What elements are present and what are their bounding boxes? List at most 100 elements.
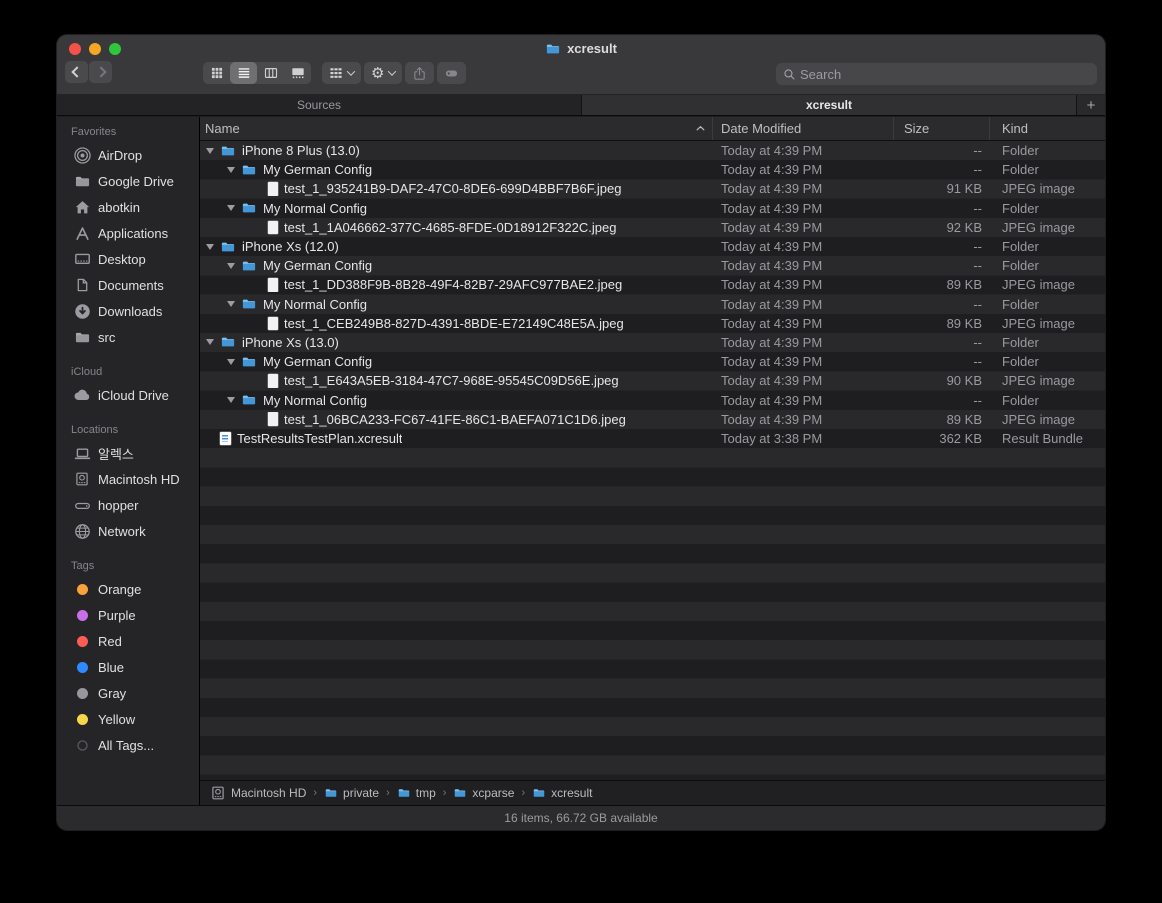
internal-drive-icon	[210, 785, 226, 801]
file-name: TestResultsTestPlan.xcresult	[237, 430, 403, 446]
folder-icon	[241, 297, 257, 311]
table-row[interactable]: iPhone Xs (13.0) Today at 4:39 PM -- Folder	[200, 333, 1105, 352]
table-row[interactable]: test_1_DD388F9B-8B28-49F4-82B7-29AFC977B…	[200, 275, 1105, 294]
path-item-macintosh-hd[interactable]: Macintosh HD	[210, 785, 306, 801]
search-input[interactable]	[800, 66, 1090, 82]
path-item-xcparse[interactable]: xcparse	[453, 786, 514, 800]
column-header-name[interactable]: Name	[200, 117, 713, 140]
table-row[interactable]: test_1_E643A5EB-3184-47C7-968E-95545C09D…	[200, 371, 1105, 390]
folder-icon	[453, 787, 467, 799]
column-header-date-modified[interactable]: Date Modified	[713, 117, 894, 140]
disclosure-triangle-icon[interactable]	[225, 166, 241, 173]
forward-button[interactable]	[89, 61, 112, 83]
sidebar-item-airdrop[interactable]: AirDrop	[57, 142, 199, 168]
cell-name: iPhone 8 Plus (13.0)	[200, 143, 713, 158]
column-header-size[interactable]: Size	[894, 117, 990, 140]
table-row[interactable]: TestResultsTestPlan.xcresult Today at 3:3…	[200, 429, 1105, 448]
disclosure-triangle-icon[interactable]	[225, 301, 241, 308]
share-button[interactable]	[405, 62, 435, 84]
sidebar-item-src[interactable]: src	[57, 324, 199, 350]
sidebar-item-applications[interactable]: Applications	[57, 220, 199, 246]
jpeg-file-icon	[268, 278, 278, 292]
jpeg-file-icon	[268, 374, 278, 388]
disclosure-triangle-icon[interactable]	[204, 243, 220, 250]
table-row[interactable]: My German Config Today at 4:39 PM -- Folder	[200, 256, 1105, 275]
sidebar-item-label: hopper	[98, 497, 139, 513]
disclosure-triangle-icon[interactable]	[225, 397, 241, 404]
sidebar-item-label: Blue	[98, 659, 125, 675]
table-row[interactable]: test_1_1A046662-377C-4685-8FDE-0D18912F3…	[200, 218, 1105, 237]
file-name: My Normal Config	[263, 392, 368, 408]
sidebar-item-yellow[interactable]: Yellow	[57, 706, 199, 732]
sidebar-item-documents[interactable]: Documents	[57, 272, 199, 298]
sidebar-item-알렉스[interactable]: 알렉스	[57, 440, 199, 466]
sidebar-item-desktop[interactable]: Desktop	[57, 246, 199, 272]
sidebar-item-macintosh-hd[interactable]: Macintosh HD	[57, 466, 199, 492]
sidebar-item-red[interactable]: Red	[57, 628, 199, 654]
new-tab-button[interactable]: +	[1077, 95, 1105, 115]
cell-date-modified: Today at 4:39 PM	[721, 162, 823, 178]
cell-date-modified: Today at 3:38 PM	[721, 430, 823, 446]
path-item-xcresult[interactable]: xcresult	[532, 786, 592, 800]
table-row[interactable]: My German Config Today at 4:39 PM -- Folder	[200, 160, 1105, 179]
tag-dot	[73, 710, 91, 728]
folder-icon	[241, 393, 257, 407]
tab-xcresult[interactable]: xcresult	[582, 95, 1077, 115]
sidebar-item-icloud-drive[interactable]: iCloud Drive	[57, 382, 199, 408]
disclosure-triangle-icon[interactable]	[204, 339, 220, 346]
sidebar-item-label: AirDrop	[98, 147, 143, 163]
airdrop-icon	[73, 146, 91, 164]
list-view-button[interactable]	[230, 62, 257, 84]
back-button[interactable]	[65, 61, 88, 83]
search-field[interactable]	[776, 63, 1097, 85]
cell-size: 89 KB	[946, 277, 982, 293]
tab-sources[interactable]: Sources	[57, 95, 582, 115]
path-bar: Macintosh HD › private › tmp › xcparse › xcr…	[200, 780, 1105, 805]
sidebar-item-purple[interactable]: Purple	[57, 602, 199, 628]
path-item-tmp[interactable]: tmp	[397, 786, 436, 800]
cell-name: My Normal Config	[200, 297, 713, 312]
cell-date-modified: Today at 4:39 PM	[721, 315, 823, 331]
file-list-pane: Name Date Modified Size Kind iPhone 8 Pl…	[200, 117, 1105, 805]
table-row[interactable]: My German Config Today at 4:39 PM -- Folder	[200, 352, 1105, 371]
disclosure-triangle-icon[interactable]	[225, 205, 241, 212]
table-row[interactable]: test_1_CEB249B8-827D-4391-8BDE-E72149C48…	[200, 314, 1105, 333]
table-row[interactable]: test_1_06BCA233-FC67-41FE-86C1-BAEFA071C…	[200, 410, 1105, 429]
gallery-view-button[interactable]	[284, 62, 311, 84]
table-row[interactable]: iPhone Xs (12.0) Today at 4:39 PM -- Folder	[200, 237, 1105, 256]
file-name: iPhone 8 Plus (13.0)	[242, 143, 360, 159]
cell-date-modified: Today at 4:39 PM	[721, 334, 823, 350]
table-row[interactable]: iPhone 8 Plus (13.0) Today at 4:39 PM -- Fo…	[200, 141, 1105, 160]
disclosure-triangle-icon[interactable]	[204, 147, 220, 154]
sidebar-item-google-drive[interactable]: Google Drive	[57, 168, 199, 194]
sidebar-item-orange[interactable]: Orange	[57, 576, 199, 602]
sidebar-section-locations: Locations	[71, 424, 119, 436]
gear-icon: ⚙	[371, 63, 385, 82]
sidebar-item-hopper[interactable]: hopper	[57, 492, 199, 518]
internal-drive-icon	[73, 470, 91, 488]
sidebar-item-label: Orange	[98, 581, 142, 597]
disclosure-triangle-icon[interactable]	[225, 358, 241, 365]
sidebar-item-network[interactable]: Network	[57, 518, 199, 544]
table-row[interactable]: My Normal Config Today at 4:39 PM -- Folder	[200, 199, 1105, 218]
column-header-kind[interactable]: Kind	[990, 117, 1105, 140]
table-row[interactable]: test_1_935241B9-DAF2-47C0-8DE6-699D4BBF7…	[200, 179, 1105, 198]
sidebar-item-gray[interactable]: Gray	[57, 680, 199, 706]
column-view-button[interactable]	[257, 62, 284, 84]
cell-name: My German Config	[200, 258, 713, 273]
sidebar-item-all-tags[interactable]: All Tags...	[57, 732, 199, 758]
sidebar-item-blue[interactable]: Blue	[57, 654, 199, 680]
table-row[interactable]: My Normal Config Today at 4:39 PM -- Folder	[200, 390, 1105, 409]
sidebar-item-label: Google Drive	[98, 173, 174, 189]
grid-view-button[interactable]	[203, 62, 230, 84]
disclosure-triangle-icon[interactable]	[225, 262, 241, 269]
group-button[interactable]	[322, 62, 361, 84]
tag-button[interactable]	[437, 62, 467, 84]
sidebar-item-downloads[interactable]: Downloads	[57, 298, 199, 324]
sidebar-item-abotkin[interactable]: abotkin	[57, 194, 199, 220]
table-row[interactable]: My Normal Config Today at 4:39 PM -- Folder	[200, 295, 1105, 314]
cell-name: My German Config	[200, 162, 713, 177]
path-separator: ›	[313, 787, 318, 799]
path-item-private[interactable]: private	[324, 786, 379, 800]
action-menu-button[interactable]: ⚙	[364, 62, 403, 84]
